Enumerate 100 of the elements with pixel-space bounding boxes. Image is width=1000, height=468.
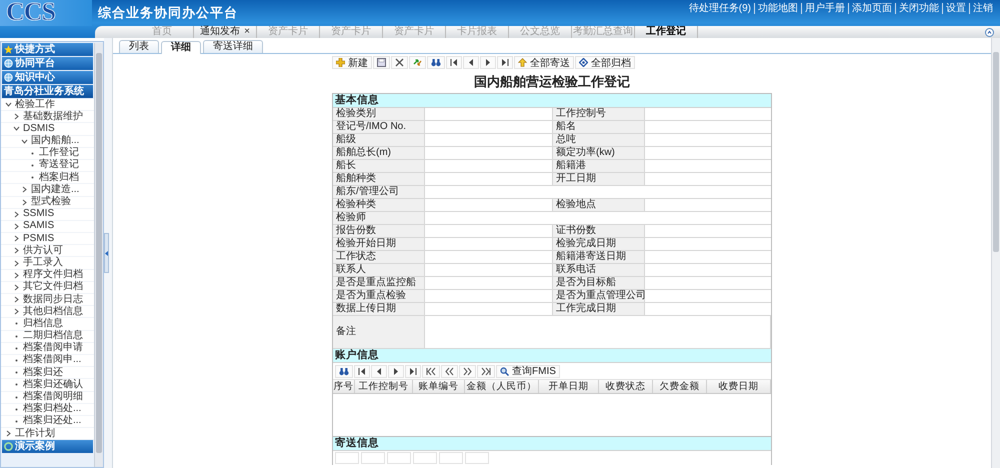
icon-button[interactable] [335,364,353,378]
tab[interactable]: 工作登记 [635,26,698,38]
tree-item[interactable]: 档案借阅明细 [1,392,94,404]
tree-item[interactable]: 档案归档处... [1,404,94,416]
tree-item[interactable]: DSMIS [1,123,94,136]
sidebar-section-header[interactable]: 演示案例 [2,440,93,454]
column-header[interactable]: 金额（人民币） [465,380,539,393]
section-header: 基本信息 [333,94,771,108]
icon-button[interactable] [405,364,421,378]
logo: CCS [0,0,92,26]
tree-item[interactable]: SSMIS [1,208,94,221]
tree-item[interactable]: 档案借阅申请 [1,342,94,355]
tree-item[interactable]: 国内建造... [1,184,94,196]
refresh-circle-icon [4,442,13,452]
sub-tab[interactable]: 详细 [161,41,201,54]
toolbar-button[interactable]: 查询FMIS [496,364,560,378]
tree-item[interactable]: 国内船舶... [1,136,94,148]
tree-item[interactable]: 寄送登记 [1,160,94,172]
field-label: 船级 [333,134,425,146]
icon-button[interactable] [459,364,476,378]
column-header[interactable]: 收费状态 [599,380,653,393]
field-label: 船东/管理公司 [333,186,425,198]
column-header[interactable]: 工作控制号 [355,380,413,393]
toolbar-button[interactable]: 全部寄送 [514,56,574,69]
icon-button[interactable] [391,56,408,69]
splitter-handle[interactable] [104,233,109,273]
sidebar-section-header[interactable]: 青岛分社业务系统 [2,85,93,98]
icon-button[interactable] [354,364,370,378]
field-label: 登记号/IMO No. [333,121,425,133]
binoculars-icon [339,366,349,376]
field-label: 开工日期 [553,173,645,185]
field-label: 联系人 [333,264,425,276]
tree-item[interactable]: PSMIS [1,233,94,246]
tree-item[interactable]: 数据同步日志 [1,294,94,306]
plus-icon [336,58,345,67]
icon-button[interactable] [427,56,445,69]
tree-item[interactable]: 手工录入 [1,257,94,270]
header-link[interactable]: 关闭功能 [895,3,942,14]
tree-item[interactable]: 供方认可 [1,245,94,258]
icon-button[interactable] [441,364,458,378]
tree-item[interactable]: 档案归档 [1,172,94,184]
field-label: 报告份数 [333,225,425,237]
header-link[interactable]: 注销 [969,3,996,14]
globe-icon [4,73,13,82]
tree-item[interactable]: 工作登记 [1,148,94,160]
toolbar-button[interactable]: 全部归档 [575,56,635,69]
header-link[interactable]: 设置 [942,3,969,14]
previous-icon [467,58,475,67]
sub-tab[interactable]: 列表 [119,40,159,53]
field-label: 船名 [553,121,645,133]
sub-tab[interactable]: 寄送详细 [203,40,263,53]
column-header[interactable]: 欠费金额 [653,380,707,393]
tree-item[interactable]: 程序文件归档 [1,270,94,282]
header-link[interactable]: 添加页面 [848,3,895,14]
tab[interactable]: 通知发布 × [194,26,257,38]
tree-item[interactable]: 档案归还 [1,367,94,380]
binoculars-icon [431,58,441,67]
icon-button[interactable] [373,56,390,69]
field-label: 检验师 [333,212,425,224]
globe-icon [4,59,13,68]
tree-item[interactable]: 档案归还确认 [1,379,94,392]
sidebar-section-header[interactable]: 知识中心 [2,71,93,84]
cross-icon [395,58,404,67]
tree-item[interactable]: 其他归档信息 [1,306,94,318]
tree-item[interactable]: 检验工作 [1,99,94,112]
icon-button[interactable] [480,56,496,69]
icon-button[interactable] [477,364,495,378]
field-label: 检验完成日期 [553,238,645,250]
close-button[interactable]: × [244,26,250,38]
fast-backward-icon [426,366,436,376]
column-header[interactable]: 账单编号 [413,380,465,393]
icon-button[interactable] [422,364,440,378]
header-link[interactable]: 待处理任务(9) [686,3,754,14]
field-label: 检验开始日期 [333,238,425,250]
icon-button[interactable] [446,56,462,69]
last-page-icon [409,366,417,376]
toolbar-button[interactable]: 新建 [332,56,372,69]
sidebar-section-header[interactable]: 协同平台 [2,57,93,70]
column-header[interactable]: 收费日期 [707,380,771,393]
tree-item[interactable]: 型式检验 [1,196,94,209]
column-header[interactable]: 开单日期 [539,380,599,393]
arrow-circle-icon [985,28,994,36]
tree-item[interactable]: 其它文件归档 [1,282,94,294]
icon-button[interactable] [497,56,513,69]
icon-button[interactable] [371,364,387,378]
tree-item[interactable]: 二期归档信息 [1,330,94,343]
header-link[interactable]: 用户手册 [801,3,848,14]
icon-button[interactable] [388,364,404,378]
sidebar-section-header[interactable]: 快捷方式 [2,43,93,56]
tree-item[interactable]: 工作计划 [1,428,94,440]
icon-button[interactable] [463,56,479,69]
double-left-icon [445,366,454,376]
header-link[interactable]: 功能地图 [754,3,801,14]
first-page-icon [450,58,458,67]
tree-item[interactable]: SAMIS [1,220,94,234]
tree-item[interactable]: 档案借阅申... [1,354,94,368]
tree-item[interactable]: 归档信息 [1,318,94,331]
tree-item[interactable]: 基础数据维护 [1,111,94,124]
column-header[interactable]: 序号 [333,380,355,393]
tree-item[interactable]: 档案归还处... [1,416,94,428]
